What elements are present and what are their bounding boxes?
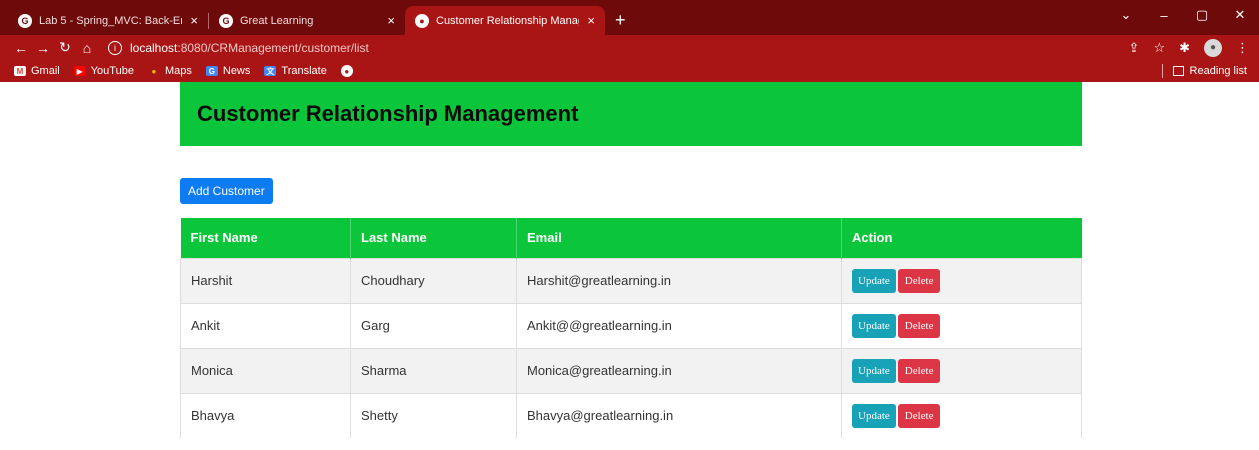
bookmark-label: YouTube xyxy=(90,65,134,77)
cell-last-name: Sharma xyxy=(350,347,517,393)
cell-email: Monica@greatlearning.in xyxy=(516,347,842,393)
avatar[interactable]: ● xyxy=(1204,38,1222,57)
globe-icon: ● xyxy=(340,65,353,77)
page-title: Customer Relationship Management xyxy=(197,101,579,126)
table-row: Monica Sharma Monica@greatlearning.in Up… xyxy=(180,347,1082,393)
delete-button[interactable]: Delete xyxy=(897,268,941,293)
cell-action: Update Delete xyxy=(841,257,1082,303)
bookmarks-bar: M Gmail ▶ YouTube ● Maps G News 文 Transl… xyxy=(0,60,1259,82)
delete-button[interactable]: Delete xyxy=(897,313,941,338)
info-icon[interactable]: i xyxy=(108,40,122,55)
news-icon: G xyxy=(205,66,218,76)
browser-toolbar: ← → ↻ ⌂ i localhost:8080/CRManagement/cu… xyxy=(0,35,1259,60)
table-header-row: First Name Last Name Email Action xyxy=(180,218,1082,258)
maps-icon: ● xyxy=(151,66,157,76)
bookmark-youtube[interactable]: ▶ YouTube xyxy=(73,65,134,77)
bookmark-label: Gmail xyxy=(31,65,60,77)
address-bar[interactable]: i localhost:8080/CRManagement/customer/l… xyxy=(108,37,1121,59)
globe-icon: G xyxy=(18,13,32,28)
gmail-icon: M xyxy=(14,66,26,76)
cell-first-name: Bhavya xyxy=(180,392,351,438)
delete-button[interactable]: Delete xyxy=(897,403,941,428)
reading-list-icon xyxy=(1172,66,1184,76)
extensions-icon[interactable]: ✱ xyxy=(1179,40,1190,56)
delete-button[interactable]: Delete xyxy=(897,358,941,383)
header-banner: Customer Relationship Management xyxy=(180,82,1082,146)
bookmark-news[interactable]: G News xyxy=(205,65,251,77)
chevron-down-icon[interactable]: ⌄ xyxy=(1107,7,1145,23)
url-path: :8080/CRManagement/customer/list xyxy=(177,40,369,55)
bookmark-label: News xyxy=(222,65,251,77)
cell-action: Update Delete xyxy=(841,392,1082,438)
window-controls: ⌄ – ▢ ✕ xyxy=(1107,0,1259,30)
cell-last-name: Shetty xyxy=(350,392,517,438)
cell-first-name: Monica xyxy=(180,347,351,393)
bookmark-globe[interactable]: ● xyxy=(340,65,358,77)
cell-email: Harshit@greatlearning.in xyxy=(516,257,842,303)
cell-first-name: Harshit xyxy=(180,257,351,303)
tab-strip: G Lab 5 - Spring_MVC: Back-End De × G Gr… xyxy=(0,0,1259,35)
cell-first-name: Ankit xyxy=(180,302,351,348)
update-button[interactable]: Update xyxy=(852,403,896,428)
minimize-icon[interactable]: – xyxy=(1145,8,1183,23)
star-icon[interactable]: ☆ xyxy=(1153,40,1165,56)
forward-icon[interactable]: → xyxy=(32,40,54,56)
page-content: Customer Relationship Management Add Cus… xyxy=(0,82,1259,438)
new-tab-button[interactable]: + xyxy=(605,6,636,35)
column-header-first-name: First Name xyxy=(180,218,351,258)
close-icon[interactable]: × xyxy=(190,13,198,28)
tab-lab5[interactable]: G Lab 5 - Spring_MVC: Back-End De × xyxy=(8,6,208,35)
bookmark-label: Maps xyxy=(164,65,192,77)
column-header-email: Email xyxy=(516,218,842,258)
close-icon[interactable]: × xyxy=(387,13,395,28)
home-icon[interactable]: ⌂ xyxy=(76,40,98,56)
bookmark-translate[interactable]: 文 Translate xyxy=(264,65,327,77)
translate-icon: 文 xyxy=(264,66,277,76)
update-button[interactable]: Update xyxy=(852,268,896,293)
column-header-action: Action xyxy=(841,218,1082,258)
update-button[interactable]: Update xyxy=(852,313,896,338)
reading-list-label: Reading list xyxy=(1189,65,1247,77)
table-row: Harshit Choudhary Harshit@greatlearning.… xyxy=(180,257,1082,303)
tab-title: Great Learning xyxy=(240,14,314,27)
update-button[interactable]: Update xyxy=(852,358,896,383)
tab-title: Customer Relationship Managem xyxy=(436,14,579,27)
back-icon[interactable]: ← xyxy=(10,40,32,56)
tab-great-learning[interactable]: G Great Learning × xyxy=(209,6,405,35)
column-header-last-name: Last Name xyxy=(350,218,517,258)
url-host: localhost xyxy=(130,40,178,55)
cell-email: Bhavya@greatlearning.in xyxy=(516,392,842,438)
menu-icon[interactable]: ⋮ xyxy=(1236,40,1249,56)
tab-customer-management[interactable]: ● Customer Relationship Managem × xyxy=(405,6,605,35)
toolbar-actions: ⇪ ☆ ✱ ● ⋮ xyxy=(1129,38,1249,57)
reading-list[interactable]: Reading list xyxy=(1161,60,1247,82)
close-window-icon[interactable]: ✕ xyxy=(1221,7,1259,23)
customer-table: First Name Last Name Email Action Harshi… xyxy=(180,218,1082,438)
add-customer-button[interactable]: Add Customer xyxy=(180,178,273,204)
table-row: Bhavya Shetty Bhavya@greatlearning.in Up… xyxy=(180,392,1082,438)
cell-email: Ankit@@greatlearning.in xyxy=(516,302,842,348)
youtube-icon: ▶ xyxy=(73,66,86,76)
globe-icon: G xyxy=(219,13,233,28)
divider xyxy=(1161,64,1163,78)
bookmark-maps[interactable]: ● Maps xyxy=(148,65,192,77)
cell-action: Update Delete xyxy=(841,347,1082,393)
globe-icon: ● xyxy=(415,13,429,28)
maximize-icon[interactable]: ▢ xyxy=(1183,7,1221,23)
bookmark-label: Translate xyxy=(281,65,327,77)
share-icon[interactable]: ⇪ xyxy=(1129,40,1140,56)
bookmark-gmail[interactable]: M Gmail xyxy=(14,65,60,77)
cell-last-name: Garg xyxy=(350,302,517,348)
reload-icon[interactable]: ↻ xyxy=(54,39,76,56)
close-icon[interactable]: × xyxy=(587,13,595,28)
cell-action: Update Delete xyxy=(841,302,1082,348)
tab-title: Lab 5 - Spring_MVC: Back-End De xyxy=(39,14,182,27)
cell-last-name: Choudhary xyxy=(350,257,517,303)
table-row: Ankit Garg Ankit@@greatlearning.in Updat… xyxy=(180,302,1082,348)
